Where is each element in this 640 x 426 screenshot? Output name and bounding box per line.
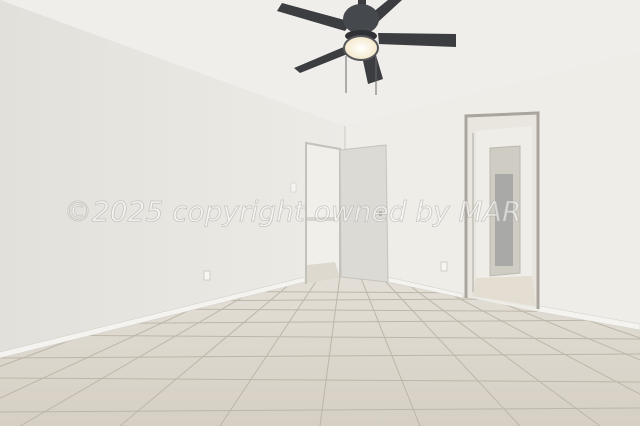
wall-outlet-left <box>203 270 211 281</box>
wall-outlet-right <box>440 261 448 272</box>
light-switch[interactable] <box>290 182 297 193</box>
fan-motor-housing <box>343 4 379 34</box>
fan-light-icon <box>343 35 379 61</box>
room-photo: ©2025 copyright owned by MAR <box>0 0 640 426</box>
copyright-watermark: ©2025 copyright owned by MAR <box>64 195 521 228</box>
